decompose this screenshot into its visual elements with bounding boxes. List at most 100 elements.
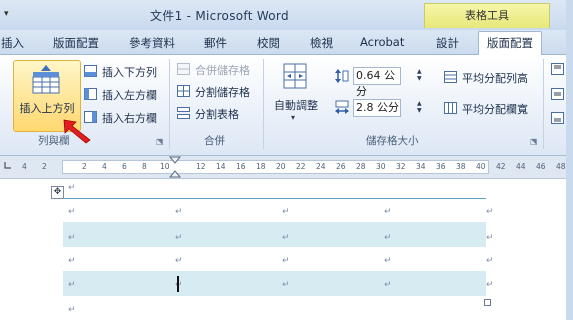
cell-end-mark: ↵	[384, 280, 392, 290]
insert-right-label: 插入右方欄	[102, 112, 157, 125]
tab-stop-selector-icon[interactable]	[3, 160, 13, 170]
ruler-number: 32	[396, 162, 406, 171]
distribute-rows-icon	[444, 71, 457, 83]
ruler-numbers: 4 2 2 4 6 8 10 12 14 16 18 20 22 24 26 28 30 32 34 36 38 40 42…	[0, 160, 573, 174]
cell-end-mark: ↵	[175, 207, 183, 217]
ruler-number: 14	[216, 162, 226, 171]
ruler-number: 20	[276, 162, 286, 171]
row-height-icon	[335, 69, 349, 83]
group-separator	[169, 59, 170, 149]
align-top-icon[interactable]	[551, 63, 564, 75]
ruler-number: 24	[316, 162, 326, 171]
window-title: 文件1 - Microsoft Word	[150, 9, 289, 23]
ruler-number: 12	[196, 162, 206, 171]
paragraph-mark: ↵	[68, 183, 76, 193]
ruler-number: 22	[296, 162, 306, 171]
column-width-input[interactable]: 2.8 公分	[353, 99, 401, 117]
table-row[interactable]	[63, 222, 486, 247]
insert-column-left-icon	[84, 88, 97, 100]
cell-end-mark: ↵	[486, 256, 494, 266]
ruler-number: 4	[22, 162, 27, 171]
text-cursor	[177, 276, 179, 292]
tab-view[interactable]: 檢視	[310, 35, 333, 51]
cell-end-mark: ↵	[68, 233, 76, 243]
ruler-number: 36	[436, 162, 446, 171]
cell-size-launcher-icon[interactable]: ⬔	[530, 137, 538, 146]
cell-end-mark: ↵	[384, 256, 392, 266]
cell-end-mark: ↵	[384, 207, 392, 217]
ruler-number: 16	[236, 162, 246, 171]
ruler-number: 48	[556, 162, 566, 171]
tab-table-layout[interactable]: 版面配置	[478, 31, 542, 56]
cell-end-mark: ↵	[282, 233, 290, 243]
ruler-number: 38	[456, 162, 466, 171]
ruler-number: 40	[476, 162, 486, 171]
cell-end-mark: ↵	[486, 233, 494, 243]
ruler-number: 28	[356, 162, 366, 171]
row-height-spinner-icon[interactable]: ▲ ▼	[417, 68, 422, 82]
ruler-number: 18	[256, 162, 266, 171]
ruler-number: 44	[516, 162, 526, 171]
split-table-label: 分割表格	[195, 108, 239, 121]
window-border	[566, 0, 573, 320]
cell-end-mark: ↵	[68, 256, 76, 266]
insert-above-label: 插入上方列	[19, 102, 75, 115]
ruler-number: 6	[122, 162, 127, 171]
cell-end-mark: ↵	[175, 256, 183, 266]
tab-review[interactable]: 校閱	[257, 35, 280, 51]
pointer-arrow-icon	[63, 119, 91, 144]
insert-row-below-icon	[84, 65, 97, 77]
cell-size-group-label: 儲存格大小	[366, 135, 419, 147]
ruler-number: 4	[102, 162, 107, 171]
cell-end-mark: ↵	[282, 280, 290, 290]
autofit-dropdown-icon: ▾	[291, 113, 296, 122]
cell-end-mark: ↵	[68, 280, 76, 290]
ruler-number: 30	[376, 162, 386, 171]
tab-acrobat[interactable]: Acrobat	[360, 35, 404, 49]
table-row[interactable]	[63, 199, 486, 221]
insert-left-label: 插入左方欄	[102, 89, 157, 102]
ribbon-tab-row: 插入 版面配置 參考資料 郵件 校閱 檢視 Acrobat 設計 版面配置	[0, 30, 573, 56]
distribute-columns-icon	[444, 102, 457, 114]
quick-access-dropdown-icon[interactable]: ▾	[4, 9, 9, 19]
autofit-button[interactable]: 自動調整 ▾	[268, 59, 324, 129]
ruler-number: 34	[416, 162, 426, 171]
column-width-icon	[335, 100, 349, 114]
merge-cells-label: 合併儲存格	[195, 64, 250, 77]
cell-end-mark: ↵	[68, 207, 76, 217]
cell-end-mark: ↵	[384, 233, 392, 243]
rows-columns-launcher-icon[interactable]: ⬔	[156, 137, 164, 146]
ruler-number: 42	[496, 162, 506, 171]
column-width-spinner-icon[interactable]: ▲ ▼	[417, 100, 422, 114]
table-row[interactable]	[63, 248, 486, 270]
row-height-input[interactable]: 0.64 公分	[353, 67, 401, 98]
table-row[interactable]	[63, 271, 486, 296]
tab-mailings[interactable]: 郵件	[204, 35, 227, 51]
align-bottom-icon[interactable]	[551, 112, 564, 124]
tab-design[interactable]: 設計	[436, 35, 459, 51]
tab-insert[interactable]: 插入	[1, 35, 24, 51]
group-separator	[543, 59, 544, 149]
tab-page-layout[interactable]: 版面配置	[53, 35, 99, 51]
align-middle-icon[interactable]	[551, 88, 564, 100]
group-separator	[263, 59, 264, 149]
distribute-rows-label: 平均分配列高	[462, 72, 528, 85]
ruler-number: 2	[82, 162, 87, 171]
split-table-icon	[177, 107, 190, 119]
ruler-number: 2	[42, 162, 47, 171]
cell-end-mark: ↵	[486, 280, 494, 290]
insert-row-above-icon	[32, 65, 60, 94]
cell-end-mark: ↵	[175, 233, 183, 243]
table-tools-context-tab: 表格工具	[424, 3, 550, 28]
cell-end-mark: ↵	[282, 256, 290, 266]
ruler-number: 46	[536, 162, 546, 171]
autofit-label: 自動調整	[274, 99, 318, 112]
autofit-icon	[283, 63, 307, 89]
insert-below-label: 插入下方列	[102, 66, 157, 79]
split-cells-label: 分割儲存格	[195, 86, 250, 99]
distribute-columns-label: 平均分配欄寬	[462, 103, 528, 116]
tab-references[interactable]: 參考資料	[129, 35, 175, 51]
merge-group-label: 合併	[204, 135, 225, 147]
table-resize-handle[interactable]	[484, 299, 491, 306]
indent-marker-icon[interactable]	[169, 156, 181, 178]
